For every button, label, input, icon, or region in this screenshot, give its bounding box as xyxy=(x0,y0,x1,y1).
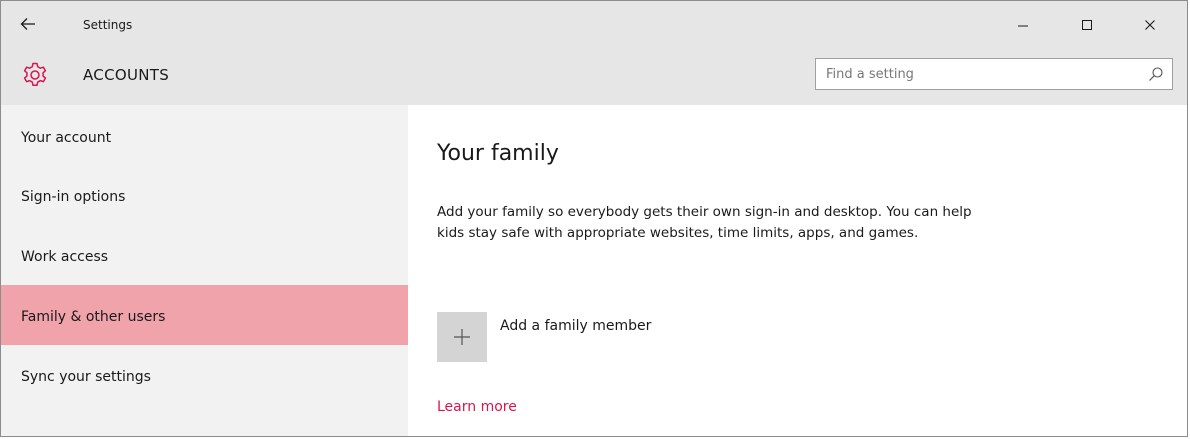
sidebar-item-sign-in-options[interactable]: Sign-in options xyxy=(1,165,408,225)
family-description: Add your family so everybody gets their … xyxy=(437,204,972,241)
minimize-button[interactable] xyxy=(1001,9,1045,41)
app-name: ACCOUNTS xyxy=(83,66,170,84)
add-family-member-label[interactable]: Add a family member xyxy=(500,318,651,334)
main-content: Your family Add your family so everybody… xyxy=(408,105,1187,436)
sidebar-item-your-account[interactable]: Your account xyxy=(1,105,408,165)
sidebar-item-label: Sign-in options xyxy=(21,189,126,205)
learn-more-link[interactable]: Learn more xyxy=(437,399,517,415)
sidebar-item-sync-settings[interactable]: Sync your settings xyxy=(1,345,408,405)
window-title: Settings xyxy=(83,18,133,32)
close-icon xyxy=(1145,20,1155,30)
search-input[interactable] xyxy=(816,59,1146,89)
minimize-icon xyxy=(1018,25,1028,27)
settings-window: Settings ACCOUNTS Find a setting Your ac… xyxy=(0,0,1188,437)
sidebar-item-family-other-users[interactable]: Family & other users xyxy=(1,285,408,345)
plus-icon xyxy=(454,329,470,345)
sidebar-item-label: Your account xyxy=(21,130,112,146)
back-button[interactable] xyxy=(15,11,41,37)
add-family-member-button[interactable]: Add a family member xyxy=(437,312,737,362)
sidebar-item-work-access[interactable]: Work access xyxy=(1,225,408,285)
search-icon[interactable] xyxy=(1148,66,1164,82)
maximize-icon xyxy=(1082,20,1092,30)
page-header: ACCOUNTS xyxy=(1,49,1187,105)
search-box[interactable] xyxy=(815,58,1173,90)
page-title: Your family xyxy=(437,141,559,166)
back-arrow-icon xyxy=(20,18,35,30)
sidebar-item-label: Sync your settings xyxy=(21,369,151,385)
sidebar-nav: Your account Sign-in options Work access… xyxy=(1,105,408,436)
sidebar-item-label: Family & other users xyxy=(21,309,166,325)
gear-icon xyxy=(23,62,47,87)
close-button[interactable] xyxy=(1128,9,1172,41)
title-bar: Settings xyxy=(1,1,1187,49)
maximize-button[interactable] xyxy=(1065,9,1109,41)
sidebar-item-label: Work access xyxy=(21,249,109,265)
add-tile[interactable] xyxy=(437,312,487,362)
